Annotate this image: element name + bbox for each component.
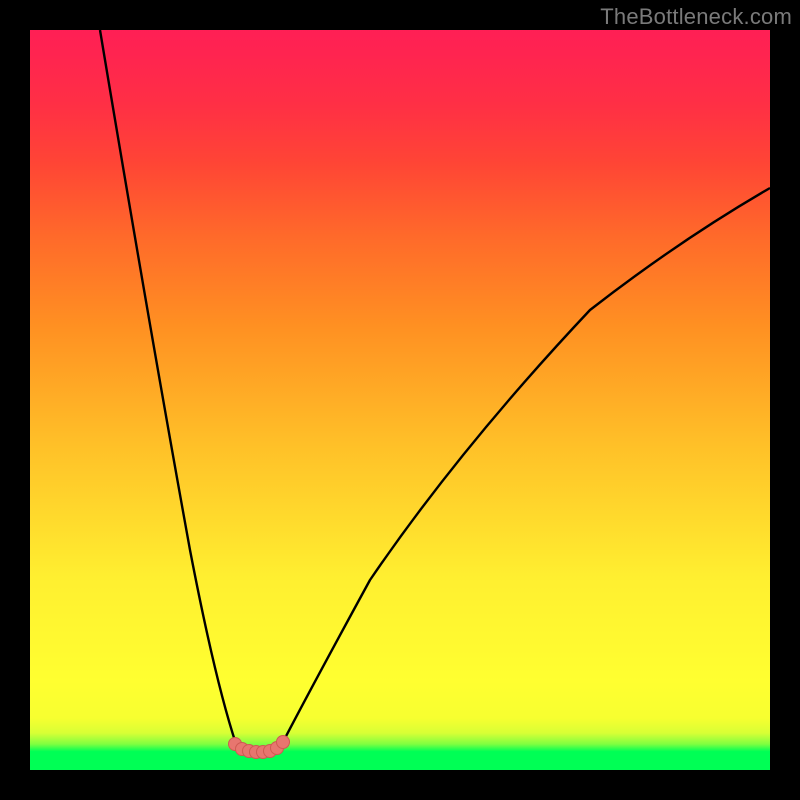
trough-dots-group [229,736,290,759]
watermark-text: TheBottleneck.com [600,4,792,30]
curve-layer [30,30,770,770]
left-branch-curve [100,30,254,754]
trough-dot [277,736,290,749]
plot-area [30,30,770,770]
outer-frame: TheBottleneck.com [0,0,800,800]
right-branch-curve [264,188,770,754]
